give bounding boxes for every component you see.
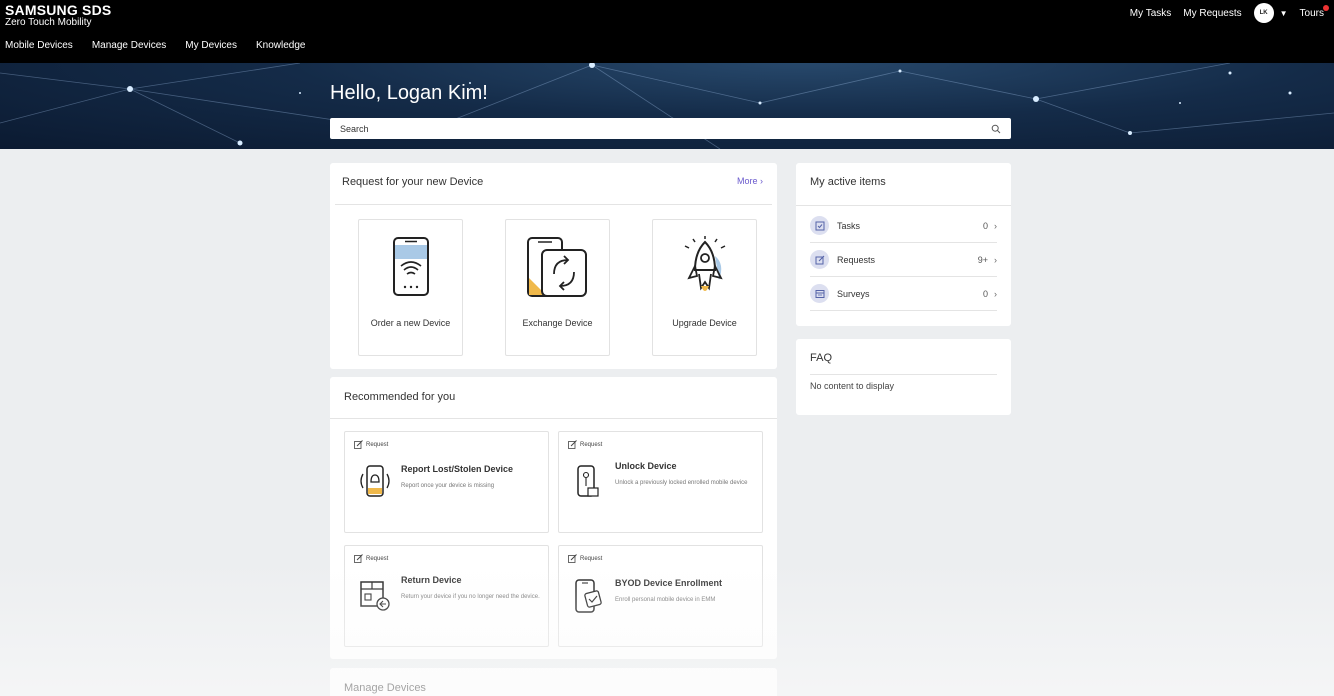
- brand-name: SAMSUNG SDS: [5, 2, 112, 18]
- exchange-device-label: Exchange Device: [522, 318, 593, 328]
- tours-label: Tours: [1299, 7, 1324, 19]
- byod-title: BYOD Device Enrollment: [615, 578, 723, 588]
- my-requests-link[interactable]: My Requests: [1183, 8, 1241, 19]
- requests-label: Requests: [837, 254, 876, 265]
- active-items-title: My active items: [810, 176, 886, 188]
- return-device-desc: Return your device if you no longer need…: [401, 594, 540, 600]
- more-link[interactable]: More ›: [737, 176, 763, 186]
- requests-count: 9+: [977, 254, 988, 265]
- active-row-tasks[interactable]: Tasks 0 ›: [810, 209, 997, 243]
- rocket-icon: [684, 236, 725, 291]
- tours-link[interactable]: Tours: [1299, 4, 1329, 19]
- order-new-device-label: Order a new Device: [370, 318, 451, 328]
- upgrade-device-tile[interactable]: Upgrade Device: [652, 219, 757, 356]
- brand-logo[interactable]: SAMSUNG SDS Zero Touch Mobility: [5, 3, 111, 29]
- return-device-icon: [360, 581, 390, 611]
- request-tag-label: Request: [366, 555, 389, 562]
- byod-enrollment-item[interactable]: Request BYOD Device Enrollment Enroll pe…: [558, 545, 763, 647]
- divider: [335, 204, 772, 205]
- manage-devices-card: Manage Devices: [330, 668, 777, 696]
- report-lost-desc: Report once your device is missing: [401, 483, 495, 489]
- request-tag: Request: [354, 440, 388, 449]
- greeting-title: Hello, Logan Kim!: [330, 82, 488, 104]
- unlock-device-desc: Unlock a previously locked enrolled mobi…: [615, 480, 748, 486]
- request-new-device-card: Request for your new Device More › Order…: [330, 163, 777, 369]
- search-icon[interactable]: [991, 124, 1001, 134]
- user-menu: My Tasks My Requests LK ▼ Tours: [1130, 3, 1329, 23]
- chevron-right-icon: ›: [994, 220, 997, 231]
- request-tag-label: Request: [580, 555, 603, 562]
- report-lost-device-item[interactable]: Request Report Lost/Stolen Device Report…: [344, 431, 549, 533]
- faq-empty-message: No content to display: [810, 381, 895, 391]
- manage-devices-title: Manage Devices: [344, 682, 426, 694]
- request-tag: Request: [568, 554, 602, 563]
- edit-icon: [354, 440, 363, 449]
- unlock-device-icon: [577, 465, 599, 497]
- unlock-device-item[interactable]: Request Unlock Device Unlock a previousl…: [558, 431, 763, 533]
- return-device-title: Return Device: [401, 575, 462, 585]
- request-tag: Request: [568, 440, 602, 449]
- surveys-label: Surveys: [837, 288, 870, 299]
- divider: [330, 418, 777, 419]
- recommended-card: Recommended for you Request Report Lost/…: [330, 377, 777, 659]
- nav-manage-devices[interactable]: Manage Devices: [92, 40, 166, 51]
- nav-my-devices[interactable]: My Devices: [185, 40, 237, 51]
- request-tag-label: Request: [366, 441, 389, 448]
- edit-icon: [568, 554, 577, 563]
- task-check-icon: [810, 216, 829, 235]
- byod-desc: Enroll personal mobile device in EMM: [615, 597, 716, 603]
- search-bar: [330, 118, 1011, 139]
- request-edit-icon: [810, 250, 829, 269]
- report-lost-title: Report Lost/Stolen Device: [401, 464, 514, 474]
- upgrade-device-label: Upgrade Device: [672, 318, 737, 328]
- active-row-surveys[interactable]: Surveys 0 ›: [810, 277, 997, 311]
- return-device-item[interactable]: Request Return Device Return your device…: [344, 545, 549, 647]
- nav-knowledge[interactable]: Knowledge: [256, 40, 305, 51]
- survey-icon: [810, 284, 829, 303]
- my-tasks-link[interactable]: My Tasks: [1130, 8, 1172, 19]
- recommended-title: Recommended for you: [344, 391, 456, 403]
- request-tag-label: Request: [580, 441, 603, 448]
- top-bar: SAMSUNG SDS Zero Touch Mobility Mobile D…: [0, 0, 1334, 63]
- surveys-count: 0: [982, 288, 988, 299]
- unlock-device-title: Unlock Device: [615, 461, 677, 471]
- notification-dot: [1323, 4, 1329, 11]
- divider: [810, 374, 997, 375]
- chevron-right-icon: ›: [994, 254, 997, 265]
- lost-device-icon: [360, 465, 390, 497]
- chevron-down-icon[interactable]: ▼: [1280, 9, 1288, 18]
- nav-mobile-devices[interactable]: Mobile Devices: [5, 40, 73, 51]
- order-new-device-tile[interactable]: Order a new Device: [358, 219, 463, 356]
- request-card-title: Request for your new Device: [342, 176, 484, 188]
- edit-icon: [568, 440, 577, 449]
- avatar[interactable]: LK: [1253, 3, 1274, 23]
- edit-icon: [354, 554, 363, 563]
- active-row-requests[interactable]: Requests 9+ ›: [810, 243, 997, 277]
- byod-icon: [575, 579, 602, 613]
- request-tag: Request: [354, 554, 388, 563]
- faq-card: FAQ No content to display: [796, 339, 1011, 415]
- faq-title: FAQ: [810, 352, 833, 364]
- tasks-count: 0: [982, 220, 988, 231]
- phone-wifi-icon: [392, 237, 429, 296]
- chevron-right-icon: ›: [994, 288, 997, 299]
- divider: [796, 205, 1011, 206]
- main-nav: Mobile Devices Manage Devices My Devices…: [5, 40, 305, 51]
- exchange-device-tile[interactable]: Exchange Device: [505, 219, 610, 356]
- brand-subtitle: Zero Touch Mobility: [5, 17, 92, 28]
- tasks-label: Tasks: [837, 220, 861, 231]
- active-items-card: My active items Tasks 0 › Requests 9+ › …: [796, 163, 1011, 326]
- search-input[interactable]: [340, 123, 991, 134]
- exchange-device-icon: [526, 237, 587, 297]
